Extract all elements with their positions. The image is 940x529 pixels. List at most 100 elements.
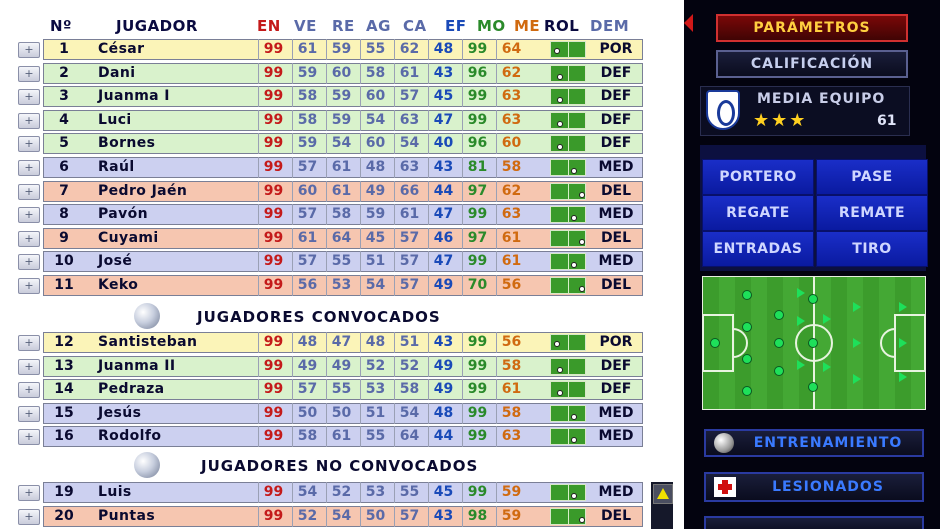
expand-toggle-icon[interactable]: +: [18, 278, 40, 294]
table-row[interactable]: +8 Pavón 99 57 58 59 61 47 99 63 MED: [14, 204, 654, 226]
player-name[interactable]: Puntas: [98, 508, 155, 524]
back-arrow-icon[interactable]: [684, 14, 693, 32]
table-row[interactable]: +9 Cuyami 99 61 64 45 57 46 97 61 DEL: [14, 227, 654, 249]
table-row[interactable]: +12 Santisteban 99 48 47 48 51 43 99 56 POR: [14, 332, 654, 353]
player-role[interactable]: MED: [590, 253, 642, 269]
expand-toggle-icon[interactable]: +: [18, 335, 40, 351]
expand-toggle-icon[interactable]: +: [18, 358, 40, 375]
expand-toggle-icon[interactable]: +: [18, 230, 40, 247]
header-dem[interactable]: DEM: [590, 17, 629, 35]
player-name[interactable]: Bornes: [98, 135, 155, 151]
header-ve[interactable]: VE: [294, 17, 317, 35]
player-marker[interactable]: [774, 310, 784, 320]
player-marker[interactable]: [742, 386, 752, 396]
player-role[interactable]: MED: [590, 484, 642, 500]
player-role[interactable]: MED: [590, 405, 642, 421]
table-row[interactable]: +7 Pedro Jaén 99 60 61 49 66 44 97 62 DEL: [14, 180, 654, 202]
table-row[interactable]: +19 Luis 99 54 52 53 55 45 99 59 MED: [14, 482, 654, 503]
table-row[interactable]: +6 Raúl 99 57 61 48 63 43 81 58 MED: [14, 157, 654, 178]
table-row[interactable]: +3 Juanma I 99 58 59 60 57 45 99 63 DEF: [14, 86, 654, 108]
expand-toggle-icon[interactable]: +: [18, 254, 40, 271]
player-name[interactable]: Keko: [98, 277, 138, 293]
player-role[interactable]: DEL: [590, 230, 642, 246]
parametros-button[interactable]: PARÁMETROS: [716, 14, 908, 42]
tile-tiro[interactable]: TIRO: [816, 231, 928, 267]
player-name[interactable]: Jesús: [98, 405, 141, 421]
table-row[interactable]: +14 Pedraza 99 57 55 53 58 49 99 61 DEF: [14, 379, 654, 401]
player-role[interactable]: DEL: [590, 508, 642, 524]
player-name[interactable]: Rodolfo: [98, 428, 161, 444]
player-name[interactable]: Juanma II: [98, 358, 176, 374]
player-role[interactable]: MED: [590, 428, 642, 444]
expand-toggle-icon[interactable]: +: [18, 89, 40, 106]
player-name[interactable]: Raúl: [98, 159, 135, 175]
table-row[interactable]: +20 Puntas 99 52 54 50 57 43 98 59 DEL: [14, 505, 654, 527]
expand-toggle-icon[interactable]: +: [18, 485, 40, 501]
scrollbar[interactable]: [651, 482, 673, 529]
player-marker[interactable]: [710, 338, 720, 348]
expand-toggle-icon[interactable]: +: [18, 136, 40, 153]
player-name[interactable]: Pedro Jaén: [98, 183, 187, 199]
player-name[interactable]: Santisteban: [98, 334, 197, 350]
table-row[interactable]: +2 Dani 99 59 60 58 61 43 96 62 DEF: [14, 62, 654, 84]
calificacion-button[interactable]: CALIFICACIÓN: [716, 50, 908, 78]
player-marker[interactable]: [742, 354, 752, 364]
table-row[interactable]: +5 Bornes 99 59 54 60 54 40 96 60 DEF: [14, 133, 654, 155]
entrenamiento-button[interactable]: ENTRENAMIENTO: [704, 429, 924, 457]
tile-pase[interactable]: PASE: [816, 159, 928, 195]
player-role[interactable]: DEF: [590, 381, 642, 397]
expand-toggle-icon[interactable]: +: [18, 183, 40, 200]
player-name[interactable]: César: [98, 41, 144, 57]
player-marker[interactable]: [774, 366, 784, 376]
expand-toggle-icon[interactable]: +: [18, 429, 40, 446]
lesionados-button[interactable]: LESIONADOS: [704, 472, 924, 502]
player-name[interactable]: Pavón: [98, 206, 148, 222]
table-row[interactable]: +1 César 99 61 59 55 62 48 99 64 POR: [14, 39, 654, 60]
player-role[interactable]: MED: [590, 159, 642, 175]
tile-remate[interactable]: REMATE: [816, 195, 928, 231]
table-row[interactable]: +13 Juanma II 99 49 49 52 52 49 99 58 DEF: [14, 355, 654, 377]
player-name[interactable]: José: [98, 253, 132, 269]
scroll-up-arrow-icon[interactable]: [653, 484, 673, 504]
expand-toggle-icon[interactable]: +: [18, 65, 40, 82]
header-rol[interactable]: ROL: [544, 17, 579, 35]
player-role[interactable]: DEF: [590, 65, 642, 81]
table-row[interactable]: +16 Rodolfo 99 58 61 55 64 44 99 63 MED: [14, 426, 654, 448]
player-name[interactable]: Luis: [98, 484, 132, 500]
table-row[interactable]: +4 Luci 99 58 59 54 63 47 99 63 DEF: [14, 109, 654, 131]
player-role[interactable]: DEF: [590, 135, 642, 151]
player-name[interactable]: Juanma I: [98, 88, 170, 104]
player-name[interactable]: Luci: [98, 112, 132, 128]
formation-pitch[interactable]: [702, 276, 926, 410]
table-row[interactable]: +10 José 99 57 55 51 57 47 99 61 MED: [14, 251, 654, 273]
table-row[interactable]: +15 Jesús 99 50 50 51 54 48 99 58 MED: [14, 402, 654, 424]
expand-toggle-icon[interactable]: +: [18, 42, 40, 58]
expand-toggle-icon[interactable]: +: [18, 405, 40, 422]
header-ef[interactable]: EF: [445, 17, 467, 35]
header-re[interactable]: RE: [332, 17, 355, 35]
player-marker[interactable]: [808, 338, 818, 348]
player-role[interactable]: DEF: [590, 88, 642, 104]
header-ag[interactable]: AG: [366, 17, 391, 35]
player-name[interactable]: Cuyami: [98, 230, 159, 246]
header-ca[interactable]: CA: [403, 17, 427, 35]
player-role[interactable]: MED: [590, 206, 642, 222]
tile-entradas[interactable]: ENTRADAS: [702, 231, 814, 267]
header-me[interactable]: ME: [514, 17, 540, 35]
expand-toggle-icon[interactable]: +: [18, 207, 40, 224]
expand-toggle-icon[interactable]: +: [18, 382, 40, 399]
header-mo[interactable]: MO: [477, 17, 506, 35]
player-role[interactable]: DEL: [590, 277, 642, 293]
player-role[interactable]: DEF: [590, 358, 642, 374]
player-marker[interactable]: [742, 322, 752, 332]
next-button-partial[interactable]: [704, 516, 924, 529]
table-row[interactable]: +11 Keko 99 56 53 54 57 49 70 56 DEL: [14, 275, 654, 296]
player-role[interactable]: POR: [590, 334, 642, 350]
player-name[interactable]: Dani: [98, 65, 135, 81]
tile-portero[interactable]: PORTERO: [702, 159, 814, 195]
player-marker[interactable]: [774, 338, 784, 348]
expand-toggle-icon[interactable]: +: [18, 508, 40, 525]
player-marker[interactable]: [742, 290, 752, 300]
player-role[interactable]: DEL: [590, 183, 642, 199]
player-marker[interactable]: [808, 382, 818, 392]
